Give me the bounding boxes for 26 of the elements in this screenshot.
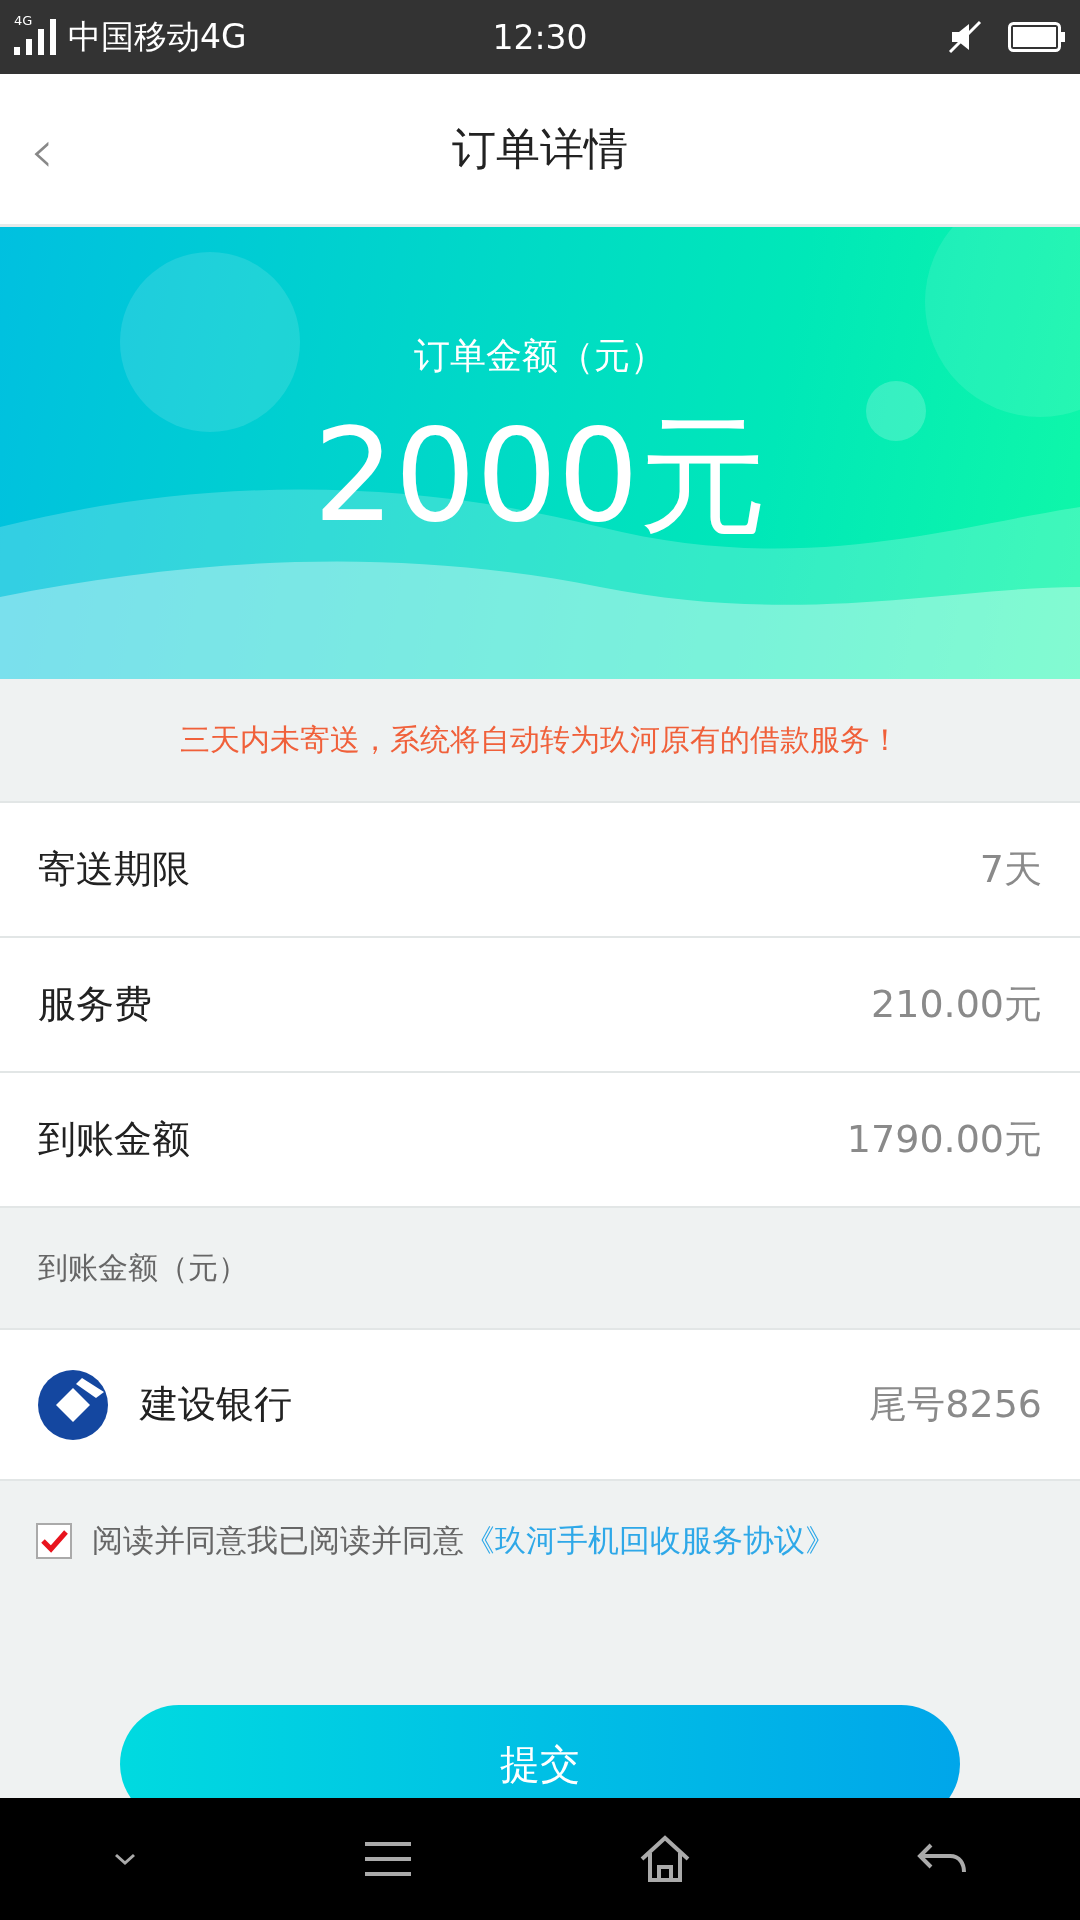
bank-logo-icon: [38, 1369, 108, 1440]
back-button[interactable]: ‹: [30, 116, 54, 186]
clock: 12:30: [492, 17, 588, 57]
network-type-label: 4G: [14, 13, 33, 28]
submit-button[interactable]: 提交: [120, 1705, 960, 1798]
detail-value: 7天: [979, 846, 1042, 893]
menu-icon[interactable]: [363, 1840, 413, 1878]
carrier-name: 中国移动4G: [68, 15, 247, 58]
amount-label: 订单金额（元）: [414, 334, 666, 378]
chevron-down-icon[interactable]: [113, 1852, 137, 1866]
agreement-checkbox[interactable]: [36, 1523, 72, 1559]
detail-label: 服务费: [38, 981, 152, 1028]
detail-label: 寄送期限: [38, 846, 190, 893]
bank-name: 建设银行: [140, 1381, 292, 1428]
home-icon[interactable]: [639, 1835, 691, 1883]
detail-value: 210.00元: [871, 981, 1042, 1028]
order-amount: 2000元: [313, 400, 767, 552]
bank-row[interactable]: 建设银行 尾号8256: [0, 1330, 1080, 1481]
agreement-link[interactable]: 《玖河手机回收服务协议》: [464, 1522, 836, 1558]
detail-label: 到账金额: [38, 1116, 190, 1163]
agreement-text: 阅读并同意我已阅读并同意《玖河手机回收服务协议》: [92, 1521, 836, 1560]
detail-value: 1790.00元: [846, 1116, 1042, 1163]
mute-icon: [948, 20, 982, 54]
card-tail-number: 尾号8256: [869, 1381, 1042, 1428]
page-title: 订单详情: [452, 121, 628, 176]
battery-icon: [1008, 22, 1066, 52]
